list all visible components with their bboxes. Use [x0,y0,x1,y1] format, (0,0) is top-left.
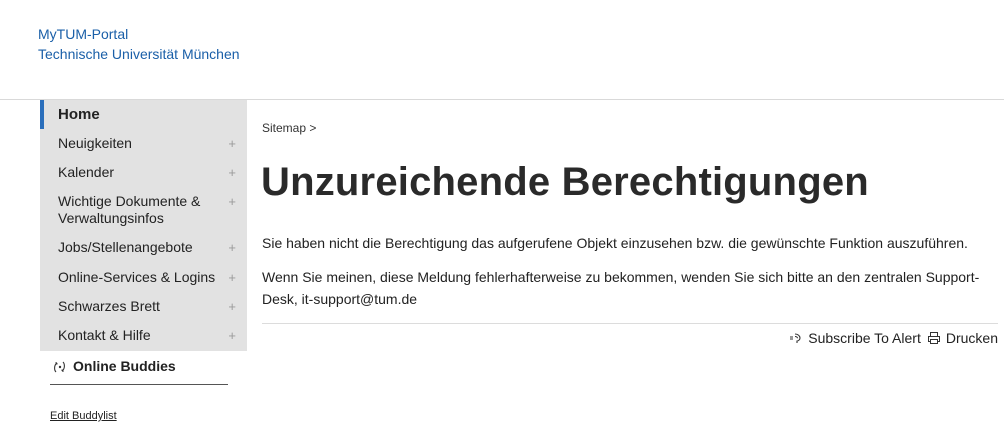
page-header: MyTUM-Portal Technische Universität Münc… [0,0,1004,100]
page-title: Unzureichende Berechtigungen [261,160,869,204]
printer-icon [927,332,940,344]
sidebar-item-label: Online-Services & Logins [58,269,216,285]
subscribe-alert-button[interactable]: Subscribe To Alert [789,330,921,346]
sidebar-nav: Home Neuigkeiten + Kalender + Wichtige D… [40,100,247,351]
sidebar-item-label: Wichtige Dokumente & Verwaltungsinfos [58,193,201,226]
sidebar-item-label: Kalender [58,164,115,180]
university-name-link[interactable]: Technische Universität München [38,44,240,64]
print-label: Drucken [945,330,998,346]
portal-name-link[interactable]: MyTUM-Portal [38,24,240,44]
expand-icon[interactable]: + [228,239,236,256]
sidebar-item-jobs[interactable]: Jobs/Stellenangebote + [40,239,247,256]
online-buddies-label: Online Buddies [73,358,176,374]
expand-icon[interactable]: + [228,193,236,210]
online-buddies-header[interactable]: Online Buddies [50,358,228,385]
expand-icon[interactable]: + [228,269,236,286]
print-button[interactable]: Drucken [927,330,998,346]
expand-icon[interactable]: + [228,327,236,344]
support-message: Wenn Sie meinen, diese Meldung fehlerhaf… [262,269,980,307]
breadcrumb-sitemap-link[interactable]: Sitemap > [262,121,316,135]
alert-subscribe-icon [790,333,801,343]
content-divider [262,323,998,324]
edit-buddylist-link[interactable]: Edit Buddylist [50,410,117,422]
expand-icon[interactable]: + [228,164,236,181]
subscribe-alert-label: Subscribe To Alert [808,330,921,346]
permission-message: Sie haben nicht die Berechtigung das auf… [262,235,968,251]
breadcrumb: Sitemap > [262,121,316,135]
sidebar-item-dokumente[interactable]: Wichtige Dokumente & Verwaltungsinfos + [40,193,247,227]
sidebar-item-online-services[interactable]: Online-Services & Logins + [40,269,247,286]
sidebar-item-label: Home [58,106,100,123]
sidebar-item-schwarzes-brett[interactable]: Schwarzes Brett + [40,298,247,315]
sidebar-item-kalender[interactable]: Kalender + [40,164,247,181]
expand-icon[interactable]: + [228,135,236,152]
buddies-icon [54,361,65,373]
brand: MyTUM-Portal Technische Universität Münc… [38,24,240,64]
sidebar-item-label: Jobs/Stellenangebote [58,239,193,255]
sidebar-item-label: Schwarzes Brett [58,298,160,314]
sidebar-item-kontakt[interactable]: Kontakt & Hilfe + [40,327,247,344]
sidebar-item-label: Neuigkeiten [58,135,132,151]
expand-icon[interactable]: + [228,298,236,315]
sidebar-item-neuigkeiten[interactable]: Neuigkeiten + [40,135,247,152]
sidebar-item-label: Kontakt & Hilfe [58,327,151,343]
sidebar-item-home[interactable]: Home [40,100,247,129]
page-actions: Subscribe To Alert Drucken [783,330,998,346]
